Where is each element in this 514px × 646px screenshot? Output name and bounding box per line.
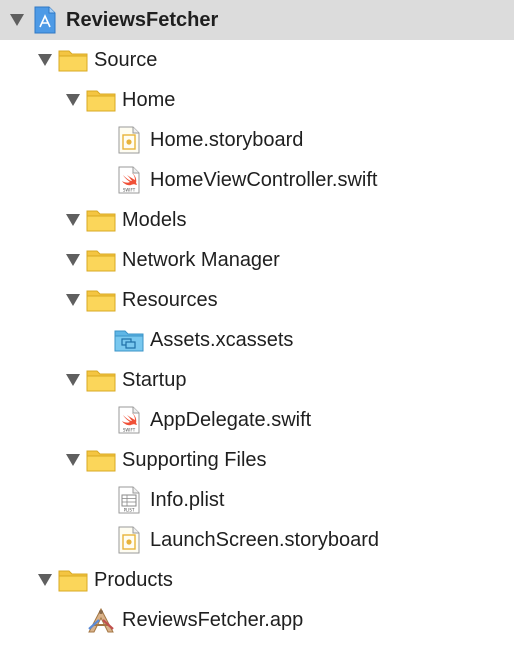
tree-row-home[interactable]: Home	[0, 80, 514, 120]
folder-icon	[86, 285, 116, 315]
file-label: Home.storyboard	[150, 128, 304, 151]
storyboard-file-icon	[114, 525, 144, 555]
disclosure-triangle-icon[interactable]	[36, 571, 54, 589]
plist-file-icon: PLIST	[114, 485, 144, 515]
tree-row-startup[interactable]: Startup	[0, 360, 514, 400]
folder-label: Products	[94, 568, 173, 591]
disclosure-triangle-icon[interactable]	[64, 451, 82, 469]
folder-label: Resources	[122, 288, 218, 311]
tree-row-assets[interactable]: Assets.xcassets	[0, 320, 514, 360]
folder-icon	[86, 445, 116, 475]
swift-file-icon: SWIFT	[114, 405, 144, 435]
folder-icon	[86, 245, 116, 275]
folder-icon	[86, 205, 116, 235]
tree-row-network-manager[interactable]: Network Manager	[0, 240, 514, 280]
tree-row-supporting-files[interactable]: Supporting Files	[0, 440, 514, 480]
file-label: Assets.xcassets	[150, 328, 294, 351]
tree-row-home-view-controller[interactable]: SWIFT HomeViewController.swift	[0, 160, 514, 200]
tree-row-app-product[interactable]: ReviewsFetcher.app	[0, 600, 514, 640]
disclosure-triangle-icon[interactable]	[64, 91, 82, 109]
tree-row-source[interactable]: Source	[0, 40, 514, 80]
folder-label: Supporting Files	[122, 448, 267, 471]
tree-row-app-delegate[interactable]: SWIFT AppDelegate.swift	[0, 400, 514, 440]
folder-label: Source	[94, 48, 158, 71]
folder-icon	[86, 365, 116, 395]
tree-row-project[interactable]: ReviewsFetcher	[0, 0, 514, 40]
file-label: AppDelegate.swift	[150, 408, 312, 431]
disclosure-triangle-icon[interactable]	[64, 251, 82, 269]
storyboard-file-icon	[114, 125, 144, 155]
file-label: Info.plist	[150, 488, 225, 511]
asset-catalog-icon	[114, 325, 144, 355]
folder-icon	[58, 565, 88, 595]
project-navigator: ReviewsFetcher Source Home Home.storyboa…	[0, 0, 514, 646]
folder-icon	[58, 45, 88, 75]
xcode-project-icon	[30, 5, 60, 35]
file-label: HomeViewController.swift	[150, 168, 378, 191]
swift-file-icon: SWIFT	[114, 165, 144, 195]
swift-badge-text: SWIFT	[123, 428, 136, 433]
file-label: ReviewsFetcher.app	[122, 608, 304, 631]
folder-label: Startup	[122, 368, 187, 391]
tree-row-models[interactable]: Models	[0, 200, 514, 240]
folder-label: Home	[122, 88, 176, 111]
tree-row-resources[interactable]: Resources	[0, 280, 514, 320]
app-bundle-icon	[86, 605, 116, 635]
tree-row-home-storyboard[interactable]: Home.storyboard	[0, 120, 514, 160]
disclosure-triangle-icon[interactable]	[36, 51, 54, 69]
tree-row-launch-screen[interactable]: LaunchScreen.storyboard	[0, 520, 514, 560]
swift-badge-text: SWIFT	[123, 188, 136, 193]
tree-row-products[interactable]: Products	[0, 560, 514, 600]
folder-label: Models	[122, 208, 187, 231]
project-name: ReviewsFetcher	[66, 8, 219, 31]
disclosure-triangle-icon[interactable]	[64, 291, 82, 309]
tree-row-info-plist[interactable]: PLIST Info.plist	[0, 480, 514, 520]
folder-label: Network Manager	[122, 248, 280, 271]
disclosure-triangle-icon[interactable]	[64, 211, 82, 229]
file-label: LaunchScreen.storyboard	[150, 528, 380, 551]
disclosure-triangle-icon[interactable]	[8, 11, 26, 29]
folder-icon	[86, 85, 116, 115]
plist-badge-text: PLIST	[124, 508, 135, 513]
disclosure-triangle-icon[interactable]	[64, 371, 82, 389]
